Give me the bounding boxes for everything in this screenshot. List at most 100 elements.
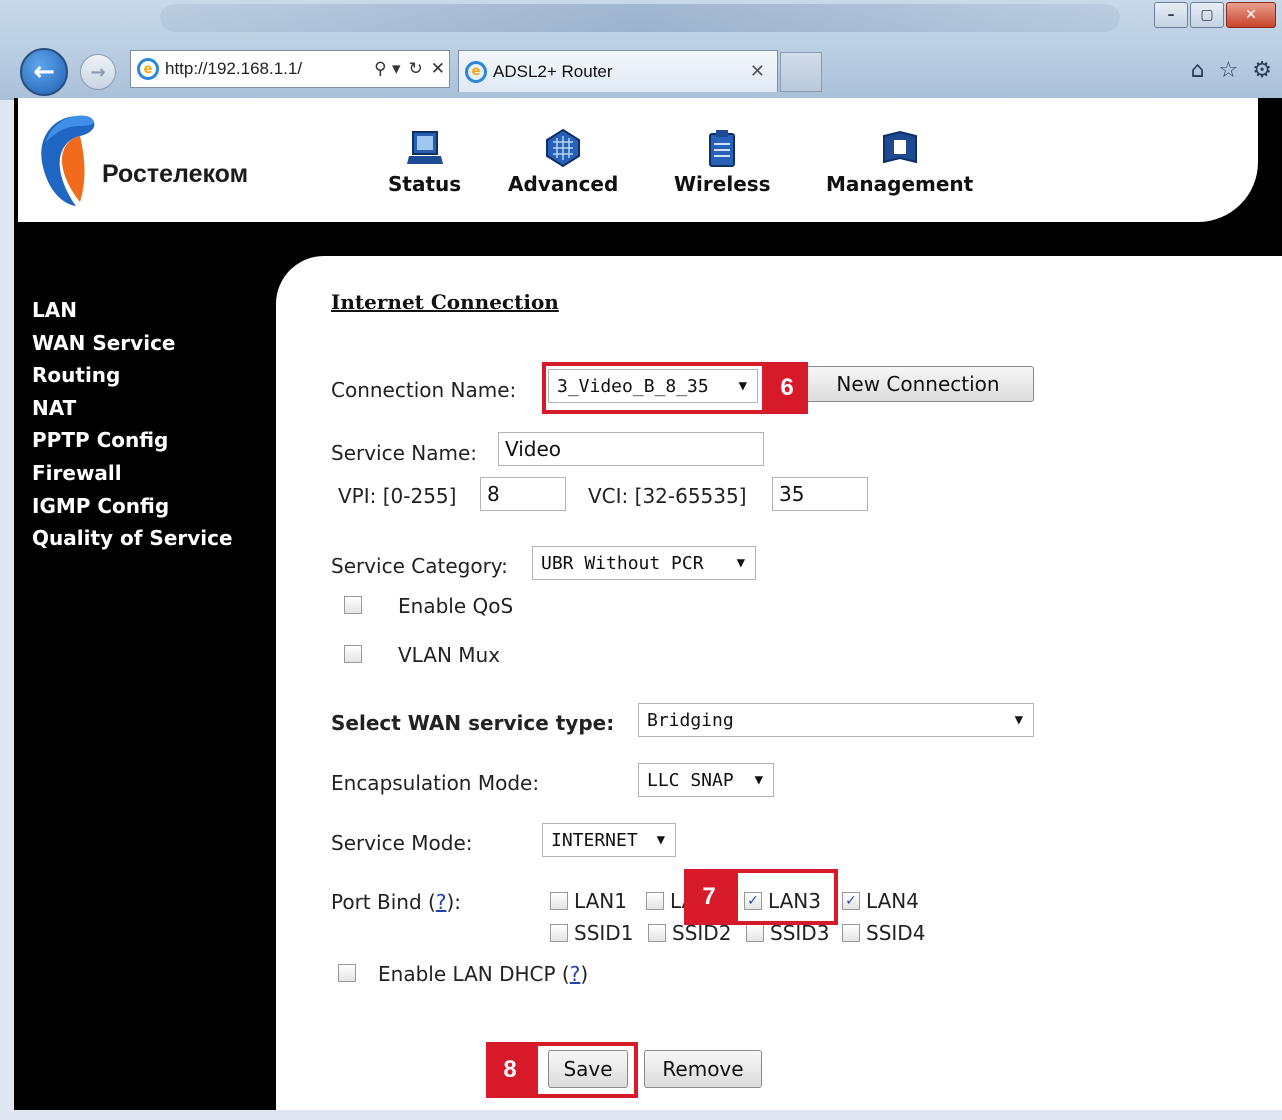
service-category-label: Service Category: [331, 554, 508, 578]
page-header: Ростелеком Status Advanced Wireless Mana… [18, 98, 1258, 222]
service-name-input[interactable]: Video [498, 432, 764, 466]
chevron-down-icon: ▼ [754, 772, 763, 788]
minimize-button[interactable]: – [1154, 2, 1188, 28]
vci-input[interactable]: 35 [772, 477, 868, 511]
enable-lan-dhcp-close: ) [580, 962, 589, 986]
search-dropdown-icon[interactable]: ⚲ ▾ [370, 59, 404, 79]
new-connection-button[interactable]: New Connection [802, 366, 1034, 402]
arrow-left-icon: ← [33, 57, 55, 87]
arrow-right-icon: → [90, 61, 106, 83]
vpi-label: VPI: [0-255] [338, 484, 457, 508]
nav-wireless[interactable]: Wireless [674, 128, 771, 196]
sidebar: LAN WAN Service Routing NAT PPTP Config … [32, 294, 233, 555]
clipboard-icon [709, 130, 736, 167]
enable-lan-dhcp-help-link[interactable]: ? [570, 962, 581, 986]
step8-badge: 8 [486, 1042, 534, 1098]
ssid2-checkbox[interactable] [648, 924, 666, 942]
address-url[interactable]: http://192.168.1.1/ [165, 59, 370, 79]
vci-label: VCI: [32-65535] [588, 484, 747, 508]
service-mode-value: INTERNET [551, 829, 638, 851]
sidebar-item-igmp-config[interactable]: IGMP Config [32, 490, 233, 523]
step8-highlight [534, 1042, 638, 1098]
chip-icon [546, 128, 581, 168]
nav-advanced-label: Advanced [508, 172, 619, 196]
refresh-icon[interactable]: ↻ [405, 59, 427, 79]
forward-button[interactable]: → [80, 54, 116, 90]
rostelecom-logo-icon [41, 115, 95, 206]
service-category-select[interactable]: UBR Without PCR ▼ [532, 546, 756, 580]
port-bind-label: Port Bind (?): [331, 890, 461, 914]
vlan-mux-label: VLAN Mux [398, 643, 501, 667]
enable-lan-dhcp-text: Enable LAN DHCP ( [378, 962, 570, 986]
port-bind-close: ): [446, 890, 461, 914]
home-icon[interactable]: ⌂ [1191, 58, 1205, 83]
remove-button[interactable]: Remove [644, 1050, 762, 1088]
new-tab-button[interactable] [780, 52, 822, 92]
service-mode-label: Service Mode: [331, 831, 473, 855]
sidebar-item-firewall[interactable]: Firewall [32, 457, 233, 490]
wan-type-value: Bridging [647, 709, 734, 731]
window-title-area [160, 4, 1120, 32]
enable-qos-checkbox[interactable] [344, 596, 362, 614]
nav-status-label: Status [388, 172, 462, 196]
address-bar[interactable]: e http://192.168.1.1/ ⚲ ▾ ↻ ✕ [130, 50, 450, 88]
lan2-checkbox[interactable] [646, 892, 664, 910]
encapsulation-label: Encapsulation Mode: [331, 771, 540, 795]
chevron-down-icon: ▼ [736, 555, 745, 571]
step7-badge: 7 [684, 869, 734, 925]
connection-name-label: Connection Name: [331, 378, 517, 402]
enable-lan-dhcp-label: Enable LAN DHCP (?) [378, 962, 588, 986]
brand-name: Ростелеком [102, 160, 249, 188]
nav-status[interactable]: Status [388, 128, 461, 196]
sidebar-item-wan-service[interactable]: WAN Service [32, 327, 233, 360]
encapsulation-select[interactable]: LLC SNAP ▼ [638, 763, 774, 797]
lan1-checkbox[interactable] [550, 892, 568, 910]
favorites-star-icon[interactable]: ☆ [1219, 58, 1239, 83]
ssid4-label: SSID4 [866, 921, 926, 945]
lan4-label: LAN4 [866, 889, 919, 913]
sidebar-item-routing[interactable]: Routing [32, 359, 233, 392]
close-tab-icon[interactable]: ✕ [750, 61, 765, 82]
browser-toolbar-right: ⌂ ☆ ⚙ [1191, 58, 1272, 83]
nav-advanced[interactable]: Advanced [508, 128, 618, 196]
nav-wireless-label: Wireless [674, 172, 771, 196]
browser-chrome: – ▢ ✕ ← → e http://192.168.1.1/ ⚲ ▾ ↻ ✕ … [0, 0, 1282, 100]
browser-tab[interactable]: e ADSL2+ Router ✕ [458, 50, 778, 92]
stop-icon[interactable]: ✕ [427, 59, 449, 79]
service-mode-select[interactable]: INTERNET ▼ [542, 823, 676, 857]
step6-highlight [542, 362, 766, 414]
back-button[interactable]: ← [20, 48, 68, 96]
lan4-checkbox[interactable]: ✓ [842, 892, 860, 910]
vpi-input[interactable]: 8 [480, 477, 566, 511]
sidebar-item-nat[interactable]: NAT [32, 392, 233, 425]
ssid4-checkbox[interactable] [842, 924, 860, 942]
ssid3-checkbox[interactable] [746, 924, 764, 942]
page-title: Internet Connection [331, 290, 559, 314]
ie-logo-icon: e [137, 58, 159, 80]
tab-title: ADSL2+ Router [493, 61, 613, 81]
step6-badge: 6 [766, 362, 808, 414]
sidebar-item-quality-of-service[interactable]: Quality of Service [32, 522, 233, 555]
maximize-button[interactable]: ▢ [1190, 2, 1224, 28]
close-window-button[interactable]: ✕ [1226, 2, 1276, 28]
nav-management[interactable]: Management [826, 128, 973, 196]
sidebar-item-pptp-config[interactable]: PPTP Config [32, 424, 233, 457]
chevron-down-icon: ▼ [1014, 712, 1023, 728]
ssid1-checkbox[interactable] [550, 924, 568, 942]
book-icon [882, 130, 917, 164]
wan-type-select[interactable]: Bridging ▼ [638, 703, 1034, 737]
enable-qos-label: Enable QoS [398, 594, 514, 618]
step7-highlight [734, 869, 838, 925]
vlan-mux-checkbox[interactable] [344, 645, 362, 663]
nav-management-label: Management [826, 172, 974, 196]
sidebar-item-lan[interactable]: LAN [32, 294, 233, 327]
chevron-down-icon: ▼ [656, 832, 665, 848]
port-bind-help-link[interactable]: ? [436, 890, 447, 914]
port-bind-text: Port Bind ( [331, 890, 436, 914]
lan1-label: LAN1 [574, 889, 627, 913]
ssid1-label: SSID1 [574, 921, 634, 945]
service-category-value: UBR Without PCR [541, 552, 704, 574]
service-name-label: Service Name: [331, 441, 478, 465]
enable-lan-dhcp-checkbox[interactable] [338, 964, 356, 982]
settings-gear-icon[interactable]: ⚙ [1252, 58, 1272, 83]
